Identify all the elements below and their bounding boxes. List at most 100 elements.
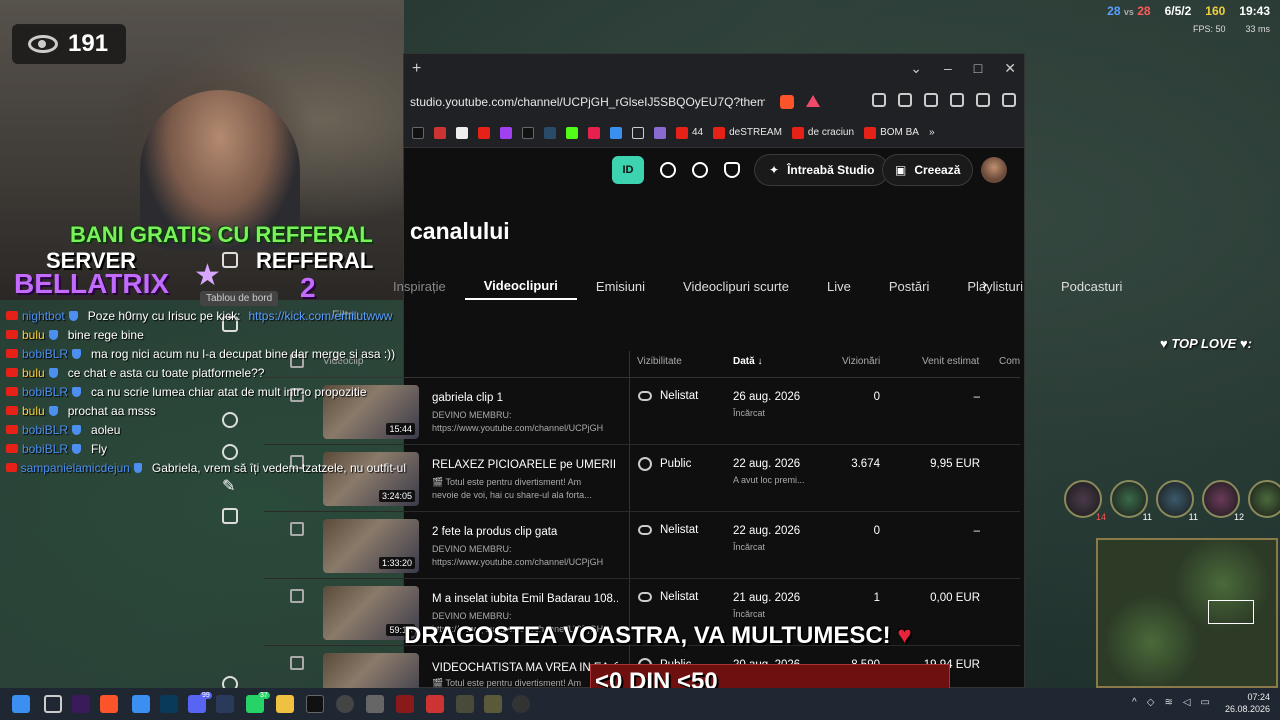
bookmarks-bar: 44 deSTREAM de craciun BOM BA » [404, 118, 1024, 148]
minimap-viewport [1208, 600, 1254, 624]
row-checkbox[interactable] [290, 656, 304, 670]
customize-icon[interactable]: ✎ [222, 476, 238, 495]
champion-portrait[interactable]: 11 [1156, 480, 1198, 522]
wallet-icon[interactable] [924, 93, 938, 107]
extensions-icon[interactable] [872, 93, 886, 107]
tiktok-icon[interactable] [306, 695, 324, 713]
chat-link[interactable]: https://kick.com/emilutwww [248, 309, 392, 323]
champion-portrait[interactable]: 11 [1110, 480, 1152, 522]
visibility-cell[interactable]: Nelistat [638, 524, 698, 536]
riot-icon[interactable] [396, 695, 414, 713]
league-icon[interactable] [456, 695, 474, 713]
task-view-icon[interactable] [44, 695, 62, 713]
video-title[interactable]: RELAXEZ PICIOARELE pe UMERII T... [432, 459, 618, 471]
column-visibility[interactable]: Vizibilitate [637, 356, 682, 367]
avatar[interactable] [981, 157, 1007, 183]
champion-portrait[interactable]: 14 [1064, 480, 1106, 522]
create-button[interactable]: ▣ Creează [882, 154, 974, 186]
tab-shorts[interactable]: Videoclipuri scurte [664, 272, 808, 300]
app-icon[interactable] [366, 695, 384, 713]
minimize-button[interactable]: – [944, 60, 952, 77]
chevron-down-icon[interactable]: ⌄ [910, 60, 922, 77]
table-row[interactable]: 1:33:20 2 fete la produs clip gata DEVINO … [264, 512, 1020, 579]
row-checkbox[interactable] [290, 589, 304, 603]
battery-icon[interactable]: ▭ [1201, 697, 1210, 708]
search-icon[interactable] [660, 162, 676, 178]
steam-icon[interactable] [216, 695, 234, 713]
video-title[interactable]: 2 fete la produs clip gata [432, 526, 618, 538]
column-views[interactable]: Vizionări [842, 356, 880, 367]
tab-podcasturi[interactable]: Podcasturi [1042, 272, 1141, 300]
ask-studio-button[interactable]: ✦ Întreabă Studio [754, 154, 890, 186]
tab-videoclipuri[interactable]: Videoclipuri [464, 272, 577, 300]
sidebar-icon[interactable] [898, 93, 912, 107]
url-field[interactable]: studio.youtube.com/channel/UCPjGH_rGlseI… [410, 95, 765, 109]
video-title[interactable]: M a inselat iubita Emil Badarau 108... [432, 593, 618, 605]
maximize-button[interactable]: □ [974, 60, 982, 77]
column-comments[interactable]: Com [999, 356, 1020, 367]
brave-icon[interactable] [100, 695, 118, 713]
bookmark-icon[interactable] [610, 126, 622, 139]
column-revenue[interactable]: Venit estimat [922, 356, 979, 367]
bookmark-icon[interactable] [544, 126, 556, 139]
bookmark-bom-ba[interactable]: BOM BA [864, 126, 919, 139]
premiere-icon[interactable] [72, 695, 90, 713]
music-icon[interactable] [654, 126, 666, 139]
notifications-icon[interactable] [724, 162, 740, 178]
visibility-cell[interactable]: Nelistat [638, 591, 698, 603]
network-icon[interactable]: ◇ [1147, 697, 1155, 708]
close-button[interactable]: ✕ [1004, 60, 1016, 77]
visibility-cell[interactable]: Public [638, 457, 691, 471]
video-thumbnail[interactable]: 1:33:20 [323, 519, 419, 573]
youtube-bookmark-icon[interactable] [478, 126, 490, 139]
video-title[interactable]: gabriela clip 1 [432, 392, 618, 404]
volume-icon[interactable]: ◁ [1183, 697, 1191, 708]
new-tab-button[interactable]: + [412, 60, 421, 78]
column-date[interactable]: Dată ↓ [733, 356, 762, 367]
menu-icon[interactable] [1002, 93, 1016, 107]
bookmark-icon[interactable] [500, 126, 512, 139]
row-checkbox[interactable] [290, 522, 304, 536]
chevron-right-icon[interactable]: › [982, 276, 987, 294]
obs-icon[interactable] [336, 695, 354, 713]
chevron-up-icon[interactable]: ^ [1132, 697, 1137, 708]
bookmark-destream[interactable]: deSTREAM [713, 126, 782, 139]
champion-portrait[interactable]: 10 [1248, 480, 1280, 522]
tab-emisiuni[interactable]: Emisiuni [577, 272, 664, 300]
tab-postari[interactable]: Postări [870, 272, 948, 300]
folder-icon[interactable] [632, 126, 644, 139]
tab-inspiratie[interactable]: Inspirație [374, 272, 465, 300]
app-icon[interactable] [484, 695, 502, 713]
media-icon[interactable] [512, 695, 530, 713]
vpn-icon[interactable] [976, 93, 990, 107]
tab-live[interactable]: Live [808, 272, 870, 300]
bookmark-icon[interactable] [456, 126, 468, 139]
bookmark-44[interactable]: 44 [676, 126, 703, 139]
tab-playlisturi[interactable]: Playlisturi [948, 272, 1042, 300]
bookmark-icon[interactable] [588, 126, 600, 139]
chat-text: Fly [91, 441, 108, 456]
bookmark-de-craciun[interactable]: de craciun [791, 126, 854, 139]
audio-library-icon[interactable] [222, 508, 238, 524]
clock[interactable]: 07:24 26.08.2026 [1225, 691, 1270, 715]
brave-shield-icon[interactable] [780, 95, 794, 109]
vscode-icon[interactable] [132, 695, 150, 713]
brave-rewards-icon[interactable] [806, 95, 820, 107]
live-button[interactable]: ID [612, 156, 644, 184]
visibility-cell[interactable]: Nelistat [638, 390, 698, 402]
ai-icon[interactable] [950, 93, 964, 107]
kick-bookmark-icon[interactable] [566, 126, 578, 139]
dashboard-icon[interactable] [222, 252, 238, 268]
tiktok-bookmark-icon[interactable] [522, 126, 534, 139]
tiktok-bookmark-icon[interactable] [412, 126, 424, 139]
wifi-icon[interactable]: ≋ [1164, 697, 1172, 708]
windows-start-icon[interactable] [12, 695, 30, 713]
champion-portrait[interactable]: 12 [1202, 480, 1244, 522]
help-icon[interactable] [692, 162, 708, 178]
minimap[interactable] [1096, 538, 1278, 688]
photoshop-icon[interactable] [160, 695, 178, 713]
more-bookmarks-icon[interactable]: » [929, 127, 935, 138]
app-icon[interactable] [426, 695, 444, 713]
bookmark-icon[interactable] [434, 126, 446, 139]
explorer-icon[interactable] [276, 695, 294, 713]
